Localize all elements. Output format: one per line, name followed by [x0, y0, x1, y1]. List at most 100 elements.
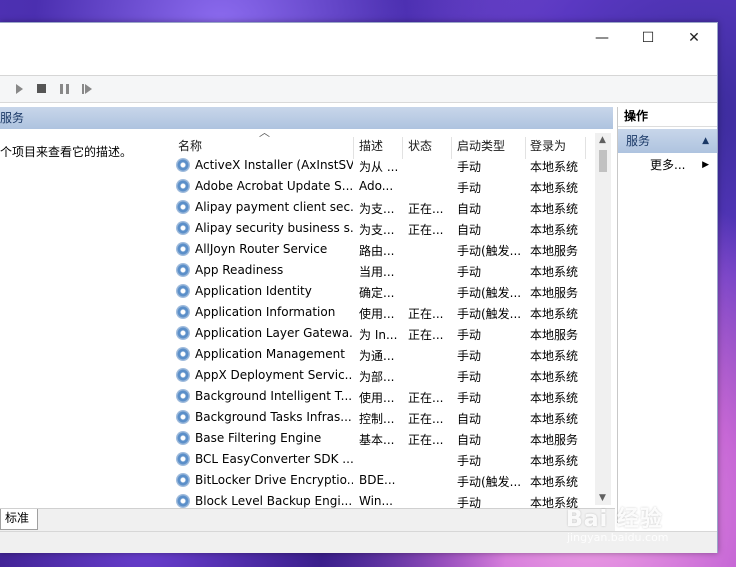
- service-logon-as: 本地系统: [530, 475, 579, 489]
- service-logon-as: 本地系统: [530, 181, 579, 195]
- table-row[interactable]: Application Information 使用... 正在... 手动(触发..…: [173, 302, 593, 323]
- column-header: ︿ 名称 描述 状态 启动类型 登录为: [173, 133, 593, 159]
- table-row[interactable]: Adobe Acrobat Update S... Ado... 手动 本地系统: [173, 176, 593, 197]
- submenu-arrow-icon: ▶: [702, 160, 709, 170]
- start-service-icon[interactable]: [16, 84, 23, 94]
- restart-service-icon[interactable]: [82, 84, 92, 94]
- minimize-icon: —: [595, 30, 609, 46]
- service-gear-icon: [176, 326, 190, 340]
- toolbar: [0, 76, 717, 103]
- description-hint: 个项目来查看它的描述。: [0, 145, 133, 159]
- service-description: 为 In...: [359, 328, 398, 342]
- service-gear-icon: [176, 221, 190, 235]
- service-description: Win...: [359, 494, 393, 508]
- actions-group-services[interactable]: 服务 ▲: [618, 129, 717, 153]
- service-startup-type: 自动: [457, 202, 482, 216]
- service-startup-type: 手动(触发...: [457, 475, 522, 489]
- service-description: 使用...: [359, 391, 395, 405]
- services-list[interactable]: ︿ 名称 描述 状态 启动类型 登录为 ActiveX Installer (A…: [173, 133, 613, 525]
- service-description: 控制...: [359, 412, 395, 426]
- actions-header: 操作: [618, 107, 717, 127]
- service-logon-as: 本地系统: [530, 412, 579, 426]
- service-startup-type: 自动: [457, 412, 482, 426]
- table-row[interactable]: AppX Deployment Servic... 为部... 手动 本地系统: [173, 365, 593, 386]
- service-name: Application Management: [195, 347, 345, 361]
- service-startup-type: 自动: [457, 433, 482, 447]
- service-startup-type: 手动: [457, 328, 482, 342]
- service-startup-type: 手动: [457, 160, 482, 174]
- service-gear-icon: [176, 368, 190, 382]
- more-actions-item[interactable]: 更多... ▶: [618, 153, 717, 177]
- column-status[interactable]: 状态: [408, 137, 432, 154]
- service-name: Alipay security business s...: [195, 221, 353, 235]
- service-logon-as: 本地系统: [530, 160, 579, 174]
- service-name: Background Intelligent T...: [195, 389, 353, 403]
- column-name[interactable]: 名称: [178, 137, 202, 154]
- service-name: Application Identity: [195, 284, 312, 298]
- service-logon-as: 本地服务: [530, 286, 579, 300]
- table-row[interactable]: Background Intelligent T... 使用... 正在... 手动 本…: [173, 386, 593, 407]
- close-button[interactable]: ✕: [671, 23, 717, 53]
- table-row[interactable]: Application Identity 确定... 手动(触发... 本地服务: [173, 281, 593, 302]
- service-name: Alipay payment client sec...: [195, 200, 353, 214]
- service-status: 正在...: [408, 202, 444, 216]
- baidu-watermark: Bai 经验: [566, 507, 663, 532]
- table-row[interactable]: BitLocker Drive Encryptio... BDE... 手动(触发.…: [173, 470, 593, 491]
- menu-bar: [0, 53, 717, 76]
- service-status: 正在...: [408, 307, 444, 321]
- maximize-icon: ☐: [641, 30, 655, 46]
- service-description: 为通...: [359, 349, 395, 363]
- actions-pane: 操作 服务 ▲ 更多... ▶: [617, 107, 717, 523]
- table-row[interactable]: AllJoyn Router Service 路由... 手动(触发... 本地服务: [173, 239, 593, 260]
- tab-standard[interactable]: 标准: [0, 509, 38, 530]
- vertical-scrollbar[interactable]: ▲ ▼: [595, 133, 611, 505]
- service-startup-type: 手动(触发...: [457, 244, 522, 258]
- table-row[interactable]: Application Layer Gatewa... 为 In... 正在... 手…: [173, 323, 593, 344]
- table-row[interactable]: Alipay security business s... 为支... 正在... 自…: [173, 218, 593, 239]
- service-logon-as: 本地系统: [530, 454, 579, 468]
- service-name: App Readiness: [195, 263, 284, 277]
- service-startup-type: 手动: [457, 349, 482, 363]
- service-name: AllJoyn Router Service: [195, 242, 328, 256]
- service-gear-icon: [176, 200, 190, 214]
- table-row[interactable]: Application Management 为通... 手动 本地系统: [173, 344, 593, 365]
- sort-ascending-icon: ︿: [259, 133, 270, 140]
- service-gear-icon: [176, 431, 190, 445]
- service-name: BitLocker Drive Encryptio...: [195, 473, 353, 487]
- service-description: 路由...: [359, 244, 395, 258]
- maximize-button[interactable]: ☐: [625, 23, 671, 53]
- service-startup-type: 手动: [457, 454, 482, 468]
- table-row[interactable]: ActiveX Installer (AxInstSV) 为从 ... 手动 本地系统: [173, 155, 593, 176]
- service-logon-as: 本地系统: [530, 370, 579, 384]
- table-row[interactable]: Base Filtering Engine 基本... 正在... 自动 本地服务: [173, 428, 593, 449]
- column-startup-type[interactable]: 启动类型: [457, 137, 505, 154]
- services-window: — ☐ ✕ 服务 个项目来查看它的描述。 ︿ 名称 描述 状态 启动类型: [0, 22, 718, 553]
- scroll-thumb[interactable]: [599, 150, 607, 172]
- pause-service-icon[interactable]: [60, 84, 69, 94]
- table-row[interactable]: Background Tasks Infras... 控制... 正在... 自动 本地…: [173, 407, 593, 428]
- service-gear-icon: [176, 284, 190, 298]
- service-description: Ado...: [359, 179, 394, 193]
- table-row[interactable]: BCL EasyConverter SDK ... 手动 本地系统: [173, 449, 593, 470]
- collapse-icon[interactable]: ▲: [702, 129, 709, 153]
- more-actions-label: 更多...: [650, 158, 686, 172]
- stop-service-icon[interactable]: [37, 84, 46, 93]
- scroll-up-icon[interactable]: ▲: [599, 135, 606, 145]
- service-logon-as: 本地系统: [530, 349, 579, 363]
- service-startup-type: 手动: [457, 391, 482, 405]
- column-logon-as[interactable]: 登录为: [530, 137, 566, 154]
- service-gear-icon: [176, 494, 190, 508]
- service-name: Block Level Backup Engi...: [195, 494, 353, 508]
- table-row[interactable]: App Readiness 当用... 手动 本地系统: [173, 260, 593, 281]
- minimize-button[interactable]: —: [579, 23, 625, 53]
- service-logon-as: 本地系统: [530, 265, 579, 279]
- service-gear-icon: [176, 179, 190, 193]
- service-gear-icon: [176, 473, 190, 487]
- table-row[interactable]: Alipay payment client sec... 为支... 正在... 自动…: [173, 197, 593, 218]
- column-description[interactable]: 描述: [359, 137, 383, 154]
- close-icon: ✕: [688, 30, 700, 46]
- service-status: 正在...: [408, 223, 444, 237]
- title-bar[interactable]: — ☐ ✕: [0, 23, 717, 53]
- service-logon-as: 本地系统: [530, 202, 579, 216]
- service-gear-icon: [176, 452, 190, 466]
